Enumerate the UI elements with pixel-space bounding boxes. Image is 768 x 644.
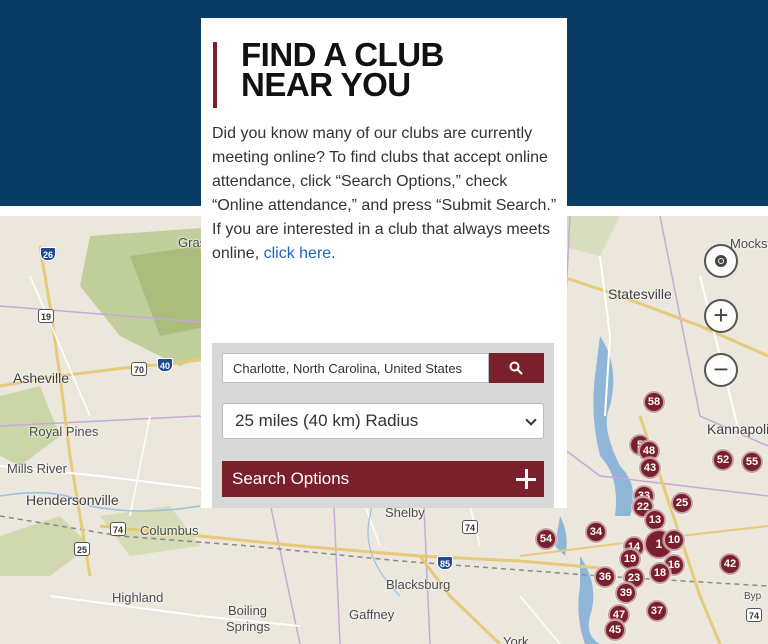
highway-shield: 40 (157, 358, 174, 372)
search-icon (509, 361, 523, 375)
find-club-panel: FIND A CLUB NEAR YOU Did you know many o… (201, 18, 567, 508)
club-marker[interactable]: 45 (604, 619, 626, 641)
radius-select[interactable]: 25 miles (40 km) Radius (222, 403, 544, 439)
radius-value: 25 miles (40 km) Radius (235, 411, 419, 430)
place-label: Gaffney (349, 607, 395, 622)
location-input[interactable] (222, 353, 489, 383)
zoom-in-button[interactable]: + (704, 299, 738, 333)
intro-punctuation: . (331, 245, 336, 262)
highway-shield: 19 (38, 309, 55, 323)
highway-shield: 25 (74, 542, 91, 556)
club-marker[interactable]: 37 (646, 600, 668, 622)
place-label: Mills River (7, 461, 67, 476)
intro-text: Did you know many of our clubs are curre… (212, 122, 557, 266)
highway-shield: 74 (462, 520, 479, 534)
place-label: Mocksville (730, 236, 768, 251)
search-form: 25 miles (40 km) Radius Search Options (212, 343, 554, 508)
zoom-out-button[interactable]: − (704, 353, 738, 387)
place-label: Boiling (228, 603, 268, 618)
place-label: Royal Pines (29, 424, 99, 439)
plus-icon (516, 469, 536, 489)
club-marker[interactable]: 43 (639, 457, 661, 479)
locate-button[interactable] (704, 244, 738, 278)
place-label: Highland (112, 590, 164, 605)
online-clubs-link[interactable]: click here (264, 245, 332, 262)
club-marker[interactable]: 58 (643, 391, 665, 413)
place-label: Blacksburg (386, 577, 451, 592)
highway-shield: 85 (437, 556, 454, 570)
club-marker[interactable]: 42 (719, 553, 741, 575)
page-title: FIND A CLUB NEAR YOU (213, 38, 444, 108)
zoom-out-icon: − (713, 354, 729, 384)
club-marker[interactable]: 13 (644, 509, 666, 531)
club-marker[interactable]: 25 (671, 492, 693, 514)
place-label: York (503, 634, 529, 644)
club-marker[interactable]: 55 (741, 451, 763, 473)
chevron-down-icon (525, 414, 537, 426)
club-marker[interactable]: 52 (712, 449, 734, 471)
club-marker[interactable]: 10 (663, 529, 685, 551)
club-marker[interactable]: 54 (535, 528, 557, 550)
highway-shield: 26 (40, 247, 57, 261)
search-button[interactable] (489, 353, 544, 383)
search-options-label: Search Options (232, 469, 350, 488)
place-label: Asheville (13, 370, 70, 386)
highway-shield: 70 (131, 362, 148, 376)
highway-shield: 74 (746, 608, 763, 622)
place-label: Statesville (608, 286, 672, 302)
club-marker[interactable]: 39 (615, 582, 637, 604)
highway-shield: 74 (110, 522, 127, 536)
place-label: Byp (744, 591, 762, 602)
place-label: Hendersonville (26, 492, 119, 508)
club-marker[interactable]: 34 (585, 521, 607, 543)
place-label: Kannapolis (707, 421, 768, 437)
place-label: Columbus (140, 523, 199, 538)
search-options-toggle[interactable]: Search Options (222, 461, 544, 497)
locate-icon (715, 255, 727, 267)
zoom-in-icon: + (713, 300, 729, 330)
place-label: Springs (226, 619, 271, 634)
intro-paragraph: Did you know many of our clubs are curre… (212, 125, 557, 214)
club-marker[interactable]: 18 (649, 562, 671, 584)
club-marker[interactable]: 36 (594, 566, 616, 588)
title-line-2: NEAR YOU (241, 66, 411, 103)
